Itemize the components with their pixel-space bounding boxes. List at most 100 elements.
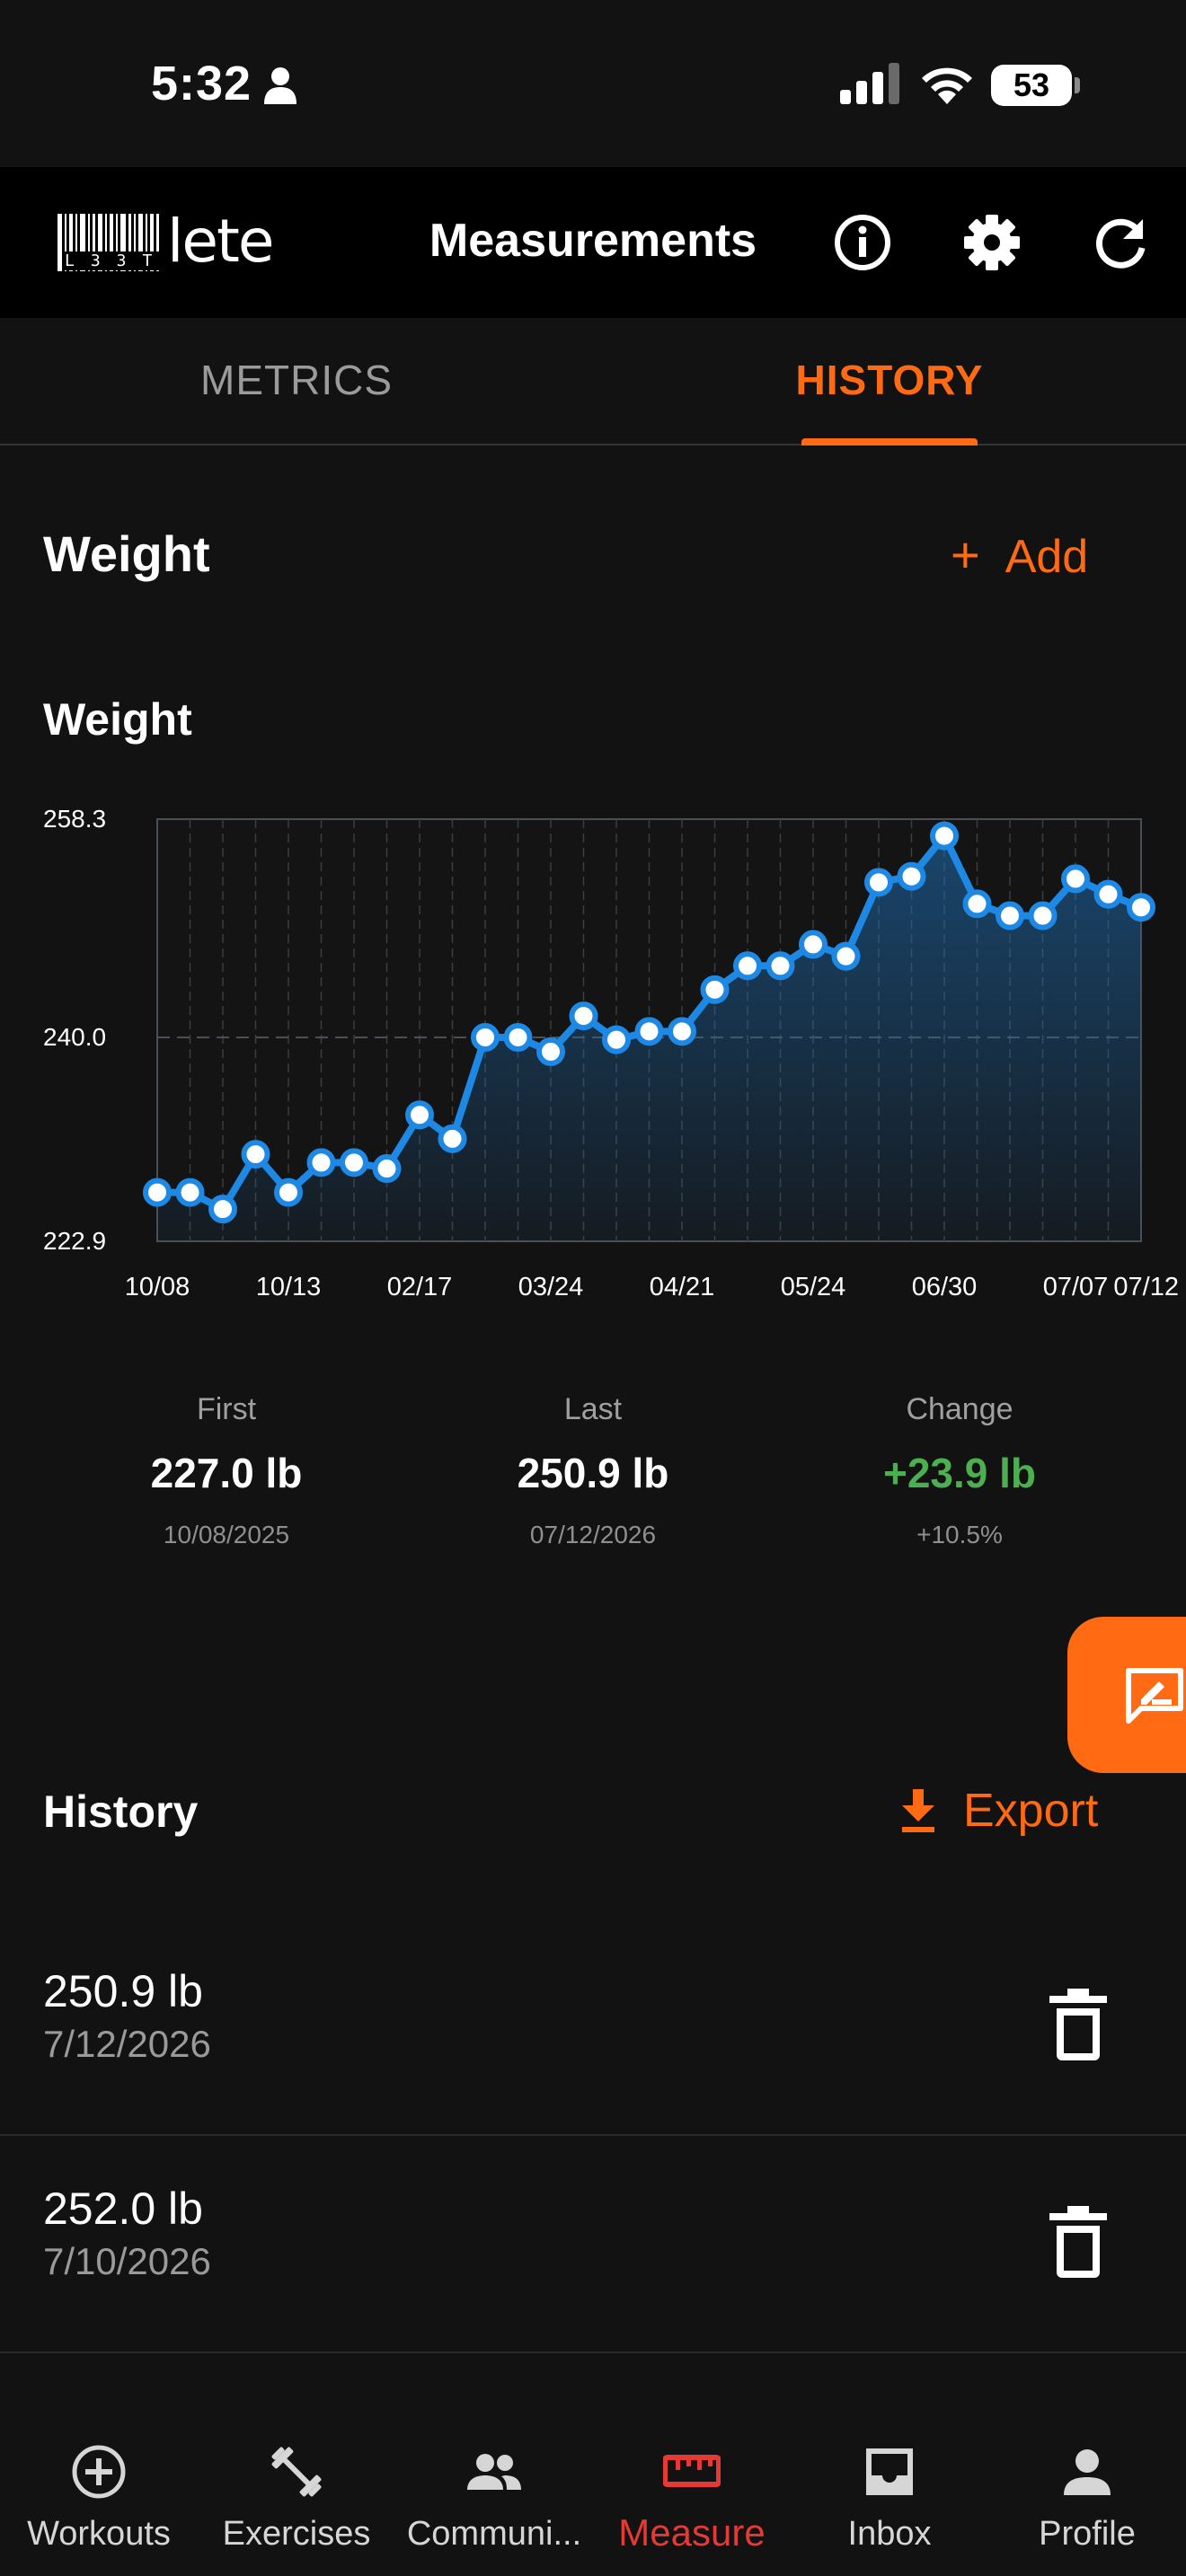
nav-label: Measure	[618, 2511, 766, 2554]
wifi-icon	[922, 67, 972, 104]
data-point	[996, 901, 1024, 931]
battery-cap	[1075, 77, 1080, 93]
data-point	[471, 1022, 500, 1052]
data-point	[962, 889, 992, 919]
refresh-icon[interactable]	[1089, 210, 1154, 275]
nav-label: Inbox	[847, 2515, 932, 2553]
nav-label: Workouts	[27, 2515, 171, 2553]
y-tick-label: 222.9	[43, 1227, 106, 1255]
data-point	[602, 1025, 631, 1054]
data-point	[700, 975, 730, 1004]
tab-history[interactable]: HISTORY	[593, 356, 1186, 404]
stat-change: Change +23.9 lb +10.5%	[780, 1392, 1139, 1549]
stat-first: First 227.0 lb 10/08/2025	[47, 1392, 406, 1549]
nav-profile[interactable]: Profile	[988, 2425, 1186, 2576]
stat-last-label: Last	[563, 1392, 623, 1426]
data-point	[340, 1148, 368, 1178]
data-point	[438, 1124, 467, 1153]
page-title: Measurements	[429, 215, 757, 267]
data-point	[930, 821, 959, 851]
history-row[interactable]: 252.0 lb 7/10/2026	[0, 2136, 1186, 2353]
tab-bar: METRICS HISTORY	[0, 318, 1186, 446]
feedback-icon	[1126, 1668, 1183, 1724]
stat-last-value: 250.9 lb	[517, 1450, 669, 1496]
x-tick-label: 10/13	[256, 1273, 322, 1301]
plus-icon: +	[951, 526, 980, 583]
add-label: Add	[1005, 531, 1089, 583]
app-bar: L33T lete Measurements	[0, 167, 1186, 318]
trash-icon[interactable]	[1049, 2206, 1107, 2278]
data-point	[143, 1178, 172, 1207]
chart-title: Weight	[43, 694, 192, 745]
nav-inbox[interactable]: Inbox	[791, 2425, 988, 2576]
gear-icon[interactable]	[960, 210, 1024, 275]
data-point	[503, 1022, 533, 1052]
trash-icon[interactable]	[1049, 1989, 1107, 2060]
export-label: Export	[963, 1785, 1099, 1837]
data-point	[1093, 879, 1123, 909]
status-time: 5:32	[151, 57, 252, 110]
export-button[interactable]: Export	[900, 1784, 1098, 1838]
battery-indicator: 53	[991, 65, 1072, 106]
nav-workouts[interactable]: Workouts	[0, 2425, 198, 2576]
stat-change-percent: +10.5%	[916, 1521, 1003, 1548]
data-point	[733, 951, 762, 981]
data-point	[569, 1001, 598, 1031]
bottom-nav: Workouts Exercises Communi... Measure In…	[0, 2425, 1186, 2576]
history-row[interactable]: 250.9 lb 7/12/2026	[0, 1919, 1186, 2136]
data-point	[799, 930, 828, 959]
x-tick-label: 06/30	[912, 1273, 978, 1301]
stat-change-label: Change	[906, 1392, 1013, 1426]
nav-community[interactable]: Communi...	[395, 2425, 593, 2576]
data-point	[1028, 901, 1058, 931]
feedback-fab[interactable]	[1067, 1617, 1186, 1773]
data-point	[831, 941, 861, 971]
y-tick-label: 258.3	[43, 805, 106, 833]
tab-metrics[interactable]: METRICS	[0, 356, 593, 404]
download-icon	[902, 1789, 934, 1832]
data-point	[897, 861, 926, 891]
x-tick-label: 07/07	[1043, 1273, 1109, 1301]
ruler-icon	[663, 2455, 721, 2487]
inbox-icon	[866, 2448, 913, 2495]
x-tick-label: 05/24	[781, 1273, 846, 1301]
logo-text: lete	[167, 207, 274, 276]
data-point	[208, 1195, 237, 1224]
data-point	[536, 1037, 565, 1066]
add-button[interactable]: + Add	[951, 525, 1088, 584]
data-point	[241, 1140, 270, 1169]
data-point	[372, 1154, 402, 1184]
x-tick-label: 02/17	[387, 1273, 453, 1301]
people-icon	[467, 2454, 521, 2490]
app-logo: L33T lete	[56, 207, 274, 276]
data-point	[175, 1178, 205, 1207]
history-date: 7/12/2026	[43, 2023, 211, 2065]
data-point	[634, 1017, 664, 1046]
nav-label: Profile	[1039, 2515, 1136, 2553]
stat-first-value: 227.0 lb	[150, 1450, 303, 1496]
logo-subtext: L33T	[63, 251, 171, 270]
info-icon[interactable]	[830, 210, 895, 275]
data-point	[274, 1178, 303, 1207]
data-point	[668, 1017, 696, 1046]
history-title: History	[43, 1786, 199, 1837]
x-tick-label: 04/21	[650, 1273, 715, 1301]
section-title: Weight	[43, 525, 210, 582]
nav-exercises[interactable]: Exercises	[198, 2425, 395, 2576]
stat-last-date: 07/12/2026	[529, 1521, 657, 1548]
nav-label: Exercises	[222, 2515, 371, 2553]
signal-icon	[840, 63, 899, 104]
stat-first-date: 10/08/2025	[163, 1521, 290, 1548]
nav-measure[interactable]: Measure	[593, 2425, 791, 2576]
dumbbell-icon	[271, 2447, 322, 2497]
data-point	[766, 951, 795, 981]
nav-label: Communi...	[406, 2515, 582, 2553]
history-weight: 250.9 lb	[43, 1966, 203, 2016]
stat-first-label: First	[196, 1392, 257, 1426]
status-bar: 5:32 53	[0, 0, 1186, 167]
person-status-icon	[264, 67, 296, 104]
y-tick-label: 240.0	[43, 1023, 106, 1051]
data-point	[1061, 864, 1090, 894]
person-icon	[1064, 2449, 1111, 2495]
history-date: 7/10/2026	[43, 2240, 211, 2282]
